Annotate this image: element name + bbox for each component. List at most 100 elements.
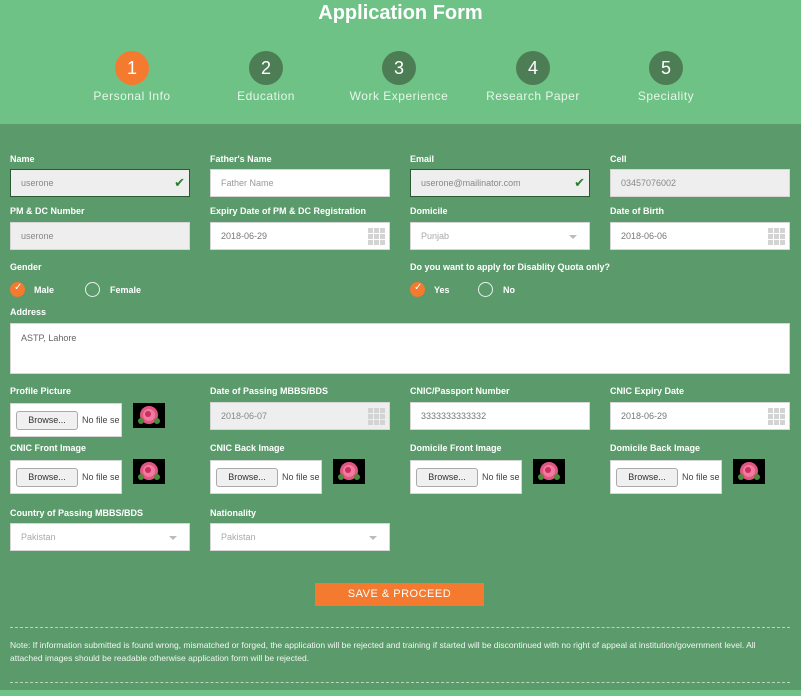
gender-label: Gender <box>10 262 42 272</box>
nationality-select[interactable]: Pakistan <box>210 523 390 551</box>
step-number: 1 <box>115 51 149 85</box>
dob-value: 2018-06-06 <box>621 231 668 241</box>
profile-picture-file-input[interactable]: Browse... No file selected. <box>10 403 122 437</box>
address-label: Address <box>10 307 47 317</box>
browse-button[interactable]: Browse... <box>616 468 678 487</box>
name-input[interactable]: userone ✔ <box>10 169 190 197</box>
check-icon: ✔ <box>174 175 185 190</box>
step-research-paper[interactable]: 4 Research Paper <box>463 51 603 103</box>
file-status: No file selected. <box>482 472 519 482</box>
country-mbbs-value: Pakistan <box>21 532 56 542</box>
divider <box>10 682 790 683</box>
file-status: No file selected. <box>282 472 319 482</box>
pmdc-expiry-value: 2018-06-29 <box>221 231 268 241</box>
dob-input[interactable]: 2018-06-06 <box>610 222 790 250</box>
disability-no-label: No <box>503 285 515 295</box>
cnic-front-label: CNIC Front Image <box>10 443 87 453</box>
chevron-down-icon <box>169 536 177 540</box>
footer-band <box>0 690 801 696</box>
form-header: Application Form 1 Personal Info 2 Educa… <box>0 0 801 124</box>
file-status: No file selected. <box>682 472 719 482</box>
country-mbbs-label: Country of Passing MBBS/BDS <box>10 508 144 518</box>
domicile-front-label: Domicile Front Image <box>410 443 502 453</box>
step-personal-info[interactable]: 1 Personal Info <box>62 51 202 103</box>
rose-image-icon <box>133 403 165 428</box>
cnic-value: 3333333333332 <box>421 411 487 421</box>
gender-male-radio[interactable] <box>10 282 25 297</box>
pmdc-expiry-input[interactable]: 2018-06-29 <box>210 222 390 250</box>
step-speciality[interactable]: 5 Speciality <box>596 51 736 103</box>
gender-female-label: Female <box>110 285 142 295</box>
step-label: Education <box>237 89 295 103</box>
fathers-name-label: Father's Name <box>210 154 272 164</box>
mbbs-date-input[interactable]: 2018-06-07 <box>210 402 390 430</box>
disclaimer-note: Note: If information submitted is found … <box>10 640 756 663</box>
mbbs-date-value: 2018-06-07 <box>221 411 268 421</box>
cnic-label: CNIC/Passport Number <box>410 386 510 396</box>
cnic-back-label: CNIC Back Image <box>210 443 285 453</box>
calendar-icon[interactable] <box>368 408 385 425</box>
pmdc-number-input[interactable]: userone <box>10 222 190 250</box>
country-mbbs-select[interactable]: Pakistan <box>10 523 190 551</box>
profile-picture-thumbnail <box>133 403 165 428</box>
cnic-input[interactable]: 3333333333332 <box>410 402 590 430</box>
divider <box>10 627 790 628</box>
check-icon: ✔ <box>574 175 585 190</box>
cnic-expiry-value: 2018-06-29 <box>621 411 668 421</box>
rose-image-icon <box>733 459 765 484</box>
gender-female-radio[interactable] <box>85 282 100 297</box>
step-number: 2 <box>249 51 283 85</box>
name-label: Name <box>10 154 35 164</box>
email-label: Email <box>410 154 435 164</box>
disability-yes-label: Yes <box>434 285 450 295</box>
rose-image-icon <box>133 459 165 484</box>
step-work-experience[interactable]: 3 Work Experience <box>329 51 469 103</box>
profile-picture-label: Profile Picture <box>10 386 72 396</box>
gender-male-label: Male <box>34 285 55 295</box>
save-proceed-button[interactable]: SAVE & PROCEED <box>315 583 484 606</box>
step-label: Personal Info <box>93 89 171 103</box>
cnic-expiry-input[interactable]: 2018-06-29 <box>610 402 790 430</box>
domicile-select[interactable]: Punjab <box>410 222 590 250</box>
cnic-back-thumbnail <box>333 459 365 484</box>
chevron-down-icon <box>569 235 577 239</box>
step-number: 4 <box>516 51 550 85</box>
browse-button[interactable]: Browse... <box>16 411 78 430</box>
file-status: No file selected. <box>82 472 119 482</box>
domicile-back-thumbnail <box>733 459 765 484</box>
pmdc-number-value: userone <box>21 231 54 241</box>
domicile-back-file-input[interactable]: Browse... No file selected. <box>610 460 722 494</box>
dob-label: Date of Birth <box>610 206 664 216</box>
file-status: No file selected. <box>82 415 119 425</box>
browse-button[interactable]: Browse... <box>416 468 478 487</box>
pmdc-expiry-label: Expiry Date of PM & DC Registration <box>210 206 367 216</box>
name-value: userone <box>21 178 54 188</box>
disability-label: Do you want to apply for Disablity Quota… <box>410 262 611 272</box>
mbbs-date-label: Date of Passing MBBS/BDS <box>210 386 329 396</box>
step-number: 5 <box>649 51 683 85</box>
email-input[interactable]: userone@mailinator.com ✔ <box>410 169 590 197</box>
nationality-label: Nationality <box>210 508 257 518</box>
pmdc-number-label: PM & DC Number <box>10 206 85 216</box>
step-education[interactable]: 2 Education <box>196 51 336 103</box>
fathers-name-placeholder: Father Name <box>221 178 274 188</box>
calendar-icon[interactable] <box>768 228 785 245</box>
cnic-back-file-input[interactable]: Browse... No file selected. <box>210 460 322 494</box>
disability-no-radio[interactable] <box>478 282 493 297</box>
cell-input[interactable]: 03457076002 <box>610 169 790 197</box>
fathers-name-input[interactable]: Father Name <box>210 169 390 197</box>
disability-yes-radio[interactable] <box>410 282 425 297</box>
rose-image-icon <box>533 459 565 484</box>
email-value: userone@mailinator.com <box>421 178 521 188</box>
browse-button[interactable]: Browse... <box>216 468 278 487</box>
step-number: 3 <box>382 51 416 85</box>
browse-button[interactable]: Browse... <box>16 468 78 487</box>
cnic-front-file-input[interactable]: Browse... No file selected. <box>10 460 122 494</box>
calendar-icon[interactable] <box>768 408 785 425</box>
chevron-down-icon <box>369 536 377 540</box>
step-label: Work Experience <box>349 89 449 103</box>
rose-image-icon <box>333 459 365 484</box>
calendar-icon[interactable] <box>368 228 385 245</box>
address-textarea[interactable]: ASTP, Lahore <box>10 323 790 374</box>
domicile-front-file-input[interactable]: Browse... No file selected. <box>410 460 522 494</box>
